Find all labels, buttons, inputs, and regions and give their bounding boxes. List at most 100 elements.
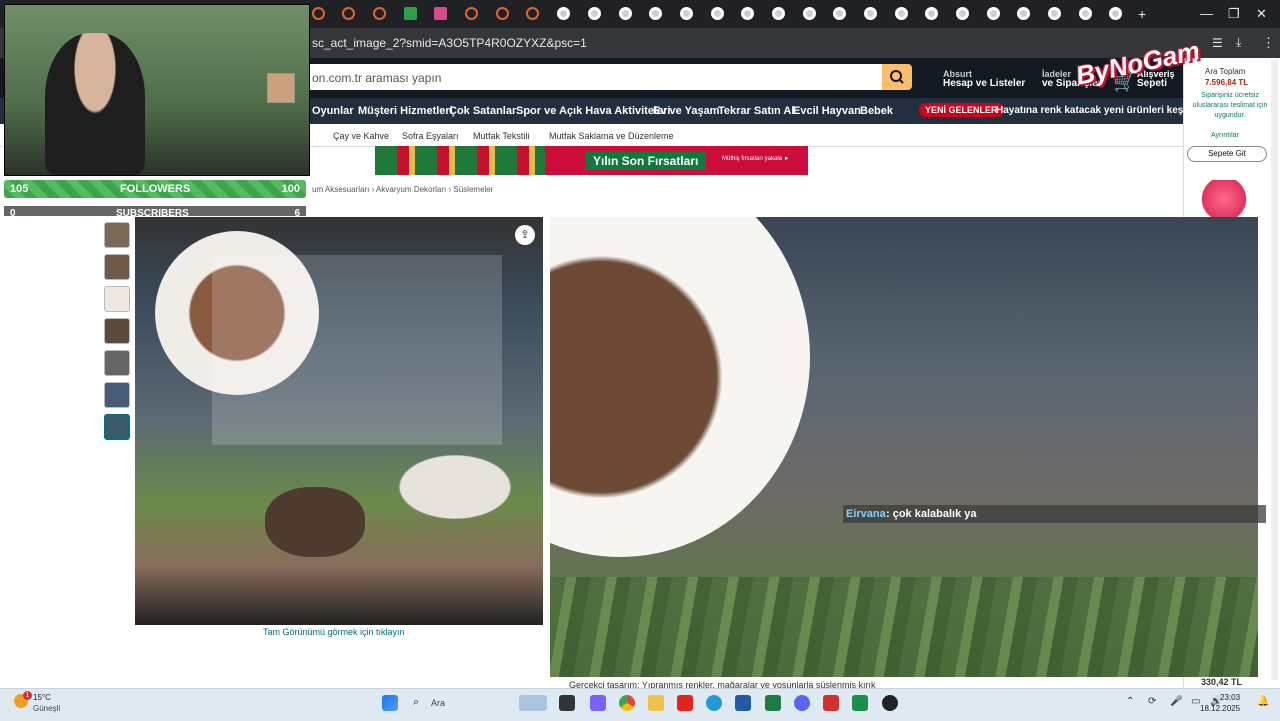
product-main-image[interactable]: ⇪ — [135, 217, 543, 625]
price-label: 330,42 TL — [1201, 677, 1243, 687]
tab-icon[interactable] — [864, 7, 877, 20]
edge-icon[interactable] — [706, 695, 722, 711]
tab-icon[interactable] — [741, 7, 754, 20]
chrome-icon[interactable] — [619, 695, 635, 711]
full-view-link[interactable]: Tam Görünümü görmek için tıklayın — [263, 627, 405, 637]
nav-item-home[interactable]: Ev ve Yaşam — [653, 105, 719, 117]
start-button[interactable] — [382, 695, 398, 711]
tab-icon[interactable] — [833, 7, 846, 20]
obs-icon[interactable] — [882, 695, 898, 711]
download-icon[interactable]: ⤓ — [1236, 35, 1241, 50]
tab-icon[interactable] — [987, 7, 1000, 20]
tab-icon[interactable] — [895, 7, 908, 20]
widgets-icon[interactable] — [519, 695, 547, 711]
minimize-button[interactable]: — — [1200, 6, 1213, 21]
discord-icon[interactable] — [794, 695, 810, 711]
chat-overlay: Eirvana : çok kalabalık ya — [843, 505, 1266, 523]
notification-icon[interactable]: 🔔 — [1257, 696, 1269, 707]
clock-time[interactable]: 23:03 — [1220, 693, 1240, 702]
app-icon[interactable] — [852, 695, 868, 711]
excel-icon[interactable] — [765, 695, 781, 711]
youtube-icon[interactable] — [677, 695, 693, 711]
subnav-item-tableware[interactable]: Sofra Eşyaları — [402, 131, 459, 141]
sync-icon[interactable]: ⟳ — [1148, 696, 1156, 707]
store-icon[interactable] — [735, 695, 751, 711]
browser-menu-icon[interactable]: ⋮ — [1262, 35, 1275, 51]
app-icon[interactable] — [823, 695, 839, 711]
cart-item-thumbnail[interactable] — [1193, 180, 1255, 218]
tab-icon[interactable] — [404, 7, 417, 20]
tab-icon[interactable] — [434, 7, 447, 20]
tab-icon[interactable] — [373, 7, 386, 20]
tray-expand-icon[interactable]: ⌃ — [1126, 696, 1134, 707]
restore-button[interactable]: ❐ — [1228, 6, 1240, 22]
tab-icon[interactable] — [619, 7, 632, 20]
tab-icon[interactable] — [1079, 7, 1092, 20]
new-tab-button[interactable]: + — [1138, 6, 1146, 22]
tab-icon[interactable] — [526, 7, 539, 20]
clock-date[interactable]: 18.12.2025 — [1200, 704, 1240, 713]
tab-icon[interactable] — [803, 7, 816, 20]
subnav-item-kitchen-textile[interactable]: Mutfak Tekstili — [473, 131, 529, 141]
tab-icon[interactable] — [649, 7, 662, 20]
share-icon[interactable]: ⇪ — [515, 225, 535, 245]
nav-item-baby[interactable]: Bebek — [860, 105, 893, 117]
microphone-icon[interactable]: 🎤 — [1170, 696, 1182, 707]
search-button[interactable] — [882, 64, 912, 90]
scrollbar[interactable] — [1271, 60, 1278, 680]
thumbnail-image[interactable] — [104, 254, 130, 280]
thumbnail-image[interactable] — [104, 222, 130, 248]
nav-item-sports[interactable]: Spor ve Açık Hava Aktiviteleri — [516, 105, 670, 117]
tab-icon[interactable] — [772, 7, 785, 20]
thumbnail-image[interactable] — [104, 318, 130, 344]
nav-item-games[interactable]: Oyunlar — [312, 105, 354, 117]
tab-icon[interactable] — [588, 7, 601, 20]
breadcrumb-item[interactable]: Süslemeler — [453, 185, 493, 194]
tab-icon[interactable] — [1048, 7, 1061, 20]
tab-icon[interactable] — [956, 7, 969, 20]
thumbnail-image-selected[interactable] — [104, 414, 130, 440]
account-lists-link[interactable]: Hesap ve Listeler — [943, 78, 1025, 89]
close-window-button[interactable]: ✕ — [1256, 6, 1267, 22]
url-text[interactable]: sc_act_image_2?smid=A3O5TP4R0OZYXZ&psc=1 — [312, 36, 587, 50]
subtotal-label: Ara Toplam — [1205, 67, 1246, 76]
tab-icon[interactable] — [925, 7, 938, 20]
breadcrumb-item[interactable]: um Aksesuarları — [312, 185, 369, 194]
tab-icon[interactable] — [711, 7, 724, 20]
thumbnail-image[interactable] — [104, 286, 130, 312]
subnav-item-tea-coffee[interactable]: Çay ve Kahve — [333, 131, 389, 141]
tab-icon[interactable] — [496, 7, 509, 20]
tab-search-icon[interactable]: ☰ — [1212, 36, 1223, 50]
taskbar-search-icon[interactable]: ⌕ — [413, 696, 419, 709]
new-arrivals-badge[interactable]: YENİ GELENLER — [919, 103, 1004, 117]
new-arrivals-link[interactable]: Hayatına renk katacak yeni ürünleri keşf… — [996, 105, 1202, 116]
copilot-icon[interactable] — [590, 695, 606, 711]
go-to-cart-button[interactable]: Sepete Git — [1187, 146, 1267, 162]
weather-badge: 1 — [23, 691, 32, 700]
nav-item-pets[interactable]: Evcil Hayvan — [793, 105, 861, 117]
tab-icon[interactable] — [680, 7, 693, 20]
followers-goal-bar: 105 FOLLOWERS 100 — [4, 180, 306, 198]
nav-item-best-sellers[interactable]: Çok Satanlar — [449, 105, 516, 117]
tab-icon[interactable] — [1017, 7, 1030, 20]
tab-icon[interactable] — [312, 7, 325, 20]
file-explorer-icon[interactable] — [648, 695, 664, 711]
tab-icon[interactable] — [465, 7, 478, 20]
zoomed-cave-image — [550, 217, 810, 557]
task-view-icon[interactable] — [559, 695, 575, 711]
details-link[interactable]: Ayrıntılar — [1211, 132, 1239, 139]
promo-banner[interactable]: Yılın Son Fırsatları Müthiş fırsatları y… — [375, 146, 808, 175]
nav-item-customer-service[interactable]: Müşteri Hizmetleri — [358, 105, 453, 117]
thumbnail-image[interactable] — [104, 382, 130, 408]
thumbnail-image[interactable] — [104, 350, 130, 376]
tab-icon[interactable] — [1109, 7, 1122, 20]
tab-icon[interactable] — [342, 7, 355, 20]
nav-item-buy-again[interactable]: Tekrar Satın Al — [718, 105, 794, 117]
zoom-preview — [550, 217, 1258, 677]
breadcrumb-item[interactable]: Akvaryum Dekorları — [376, 185, 446, 194]
thumbnail-list — [104, 222, 130, 446]
taskbar-search-label[interactable]: Ara — [431, 698, 445, 708]
cart-label[interactable]: Sepeti — [1137, 78, 1167, 89]
tab-icon[interactable] — [557, 7, 570, 20]
subnav-item-kitchen-storage[interactable]: Mutfak Saklama ve Düzenleme — [549, 131, 674, 141]
